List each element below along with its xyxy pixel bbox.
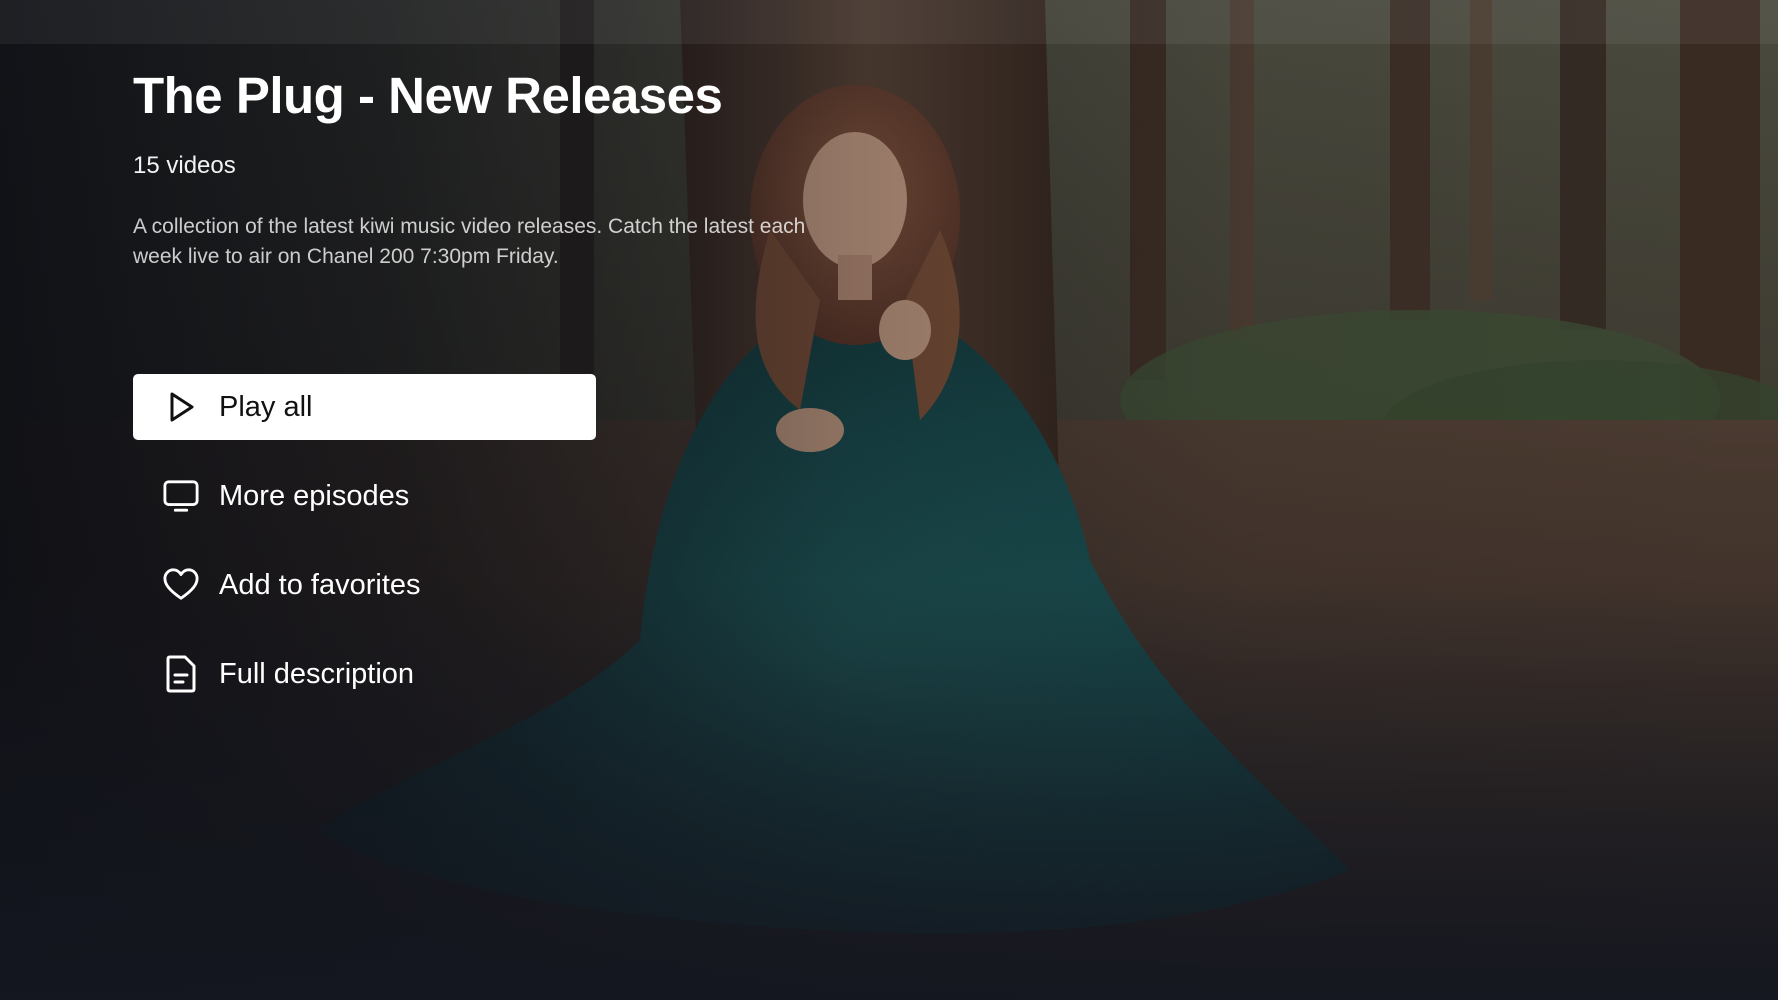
more-episodes-label: More episodes xyxy=(219,479,410,512)
play-icon xyxy=(163,389,199,425)
tv-icon xyxy=(163,478,199,514)
add-to-favorites-button[interactable]: Add to favorites xyxy=(133,552,596,618)
play-all-label: Play all xyxy=(219,390,313,423)
full-description-label: Full description xyxy=(219,657,415,690)
document-icon xyxy=(163,655,199,693)
action-menu: Play all More episodes Add to favorites … xyxy=(133,374,596,730)
heart-icon xyxy=(163,567,199,603)
playlist-description: A collection of the latest kiwi music vi… xyxy=(133,215,806,269)
full-description-button[interactable]: Full description xyxy=(133,641,596,707)
more-episodes-button[interactable]: More episodes xyxy=(133,463,596,529)
playlist-header: The Plug - New Releases 15 videos A coll… xyxy=(133,67,1033,272)
video-count: 15 videos xyxy=(133,152,236,180)
play-all-button[interactable]: Play all xyxy=(133,374,596,440)
add-to-favorites-label: Add to favorites xyxy=(219,568,421,601)
playlist-title: The Plug - New Releases xyxy=(133,67,723,124)
